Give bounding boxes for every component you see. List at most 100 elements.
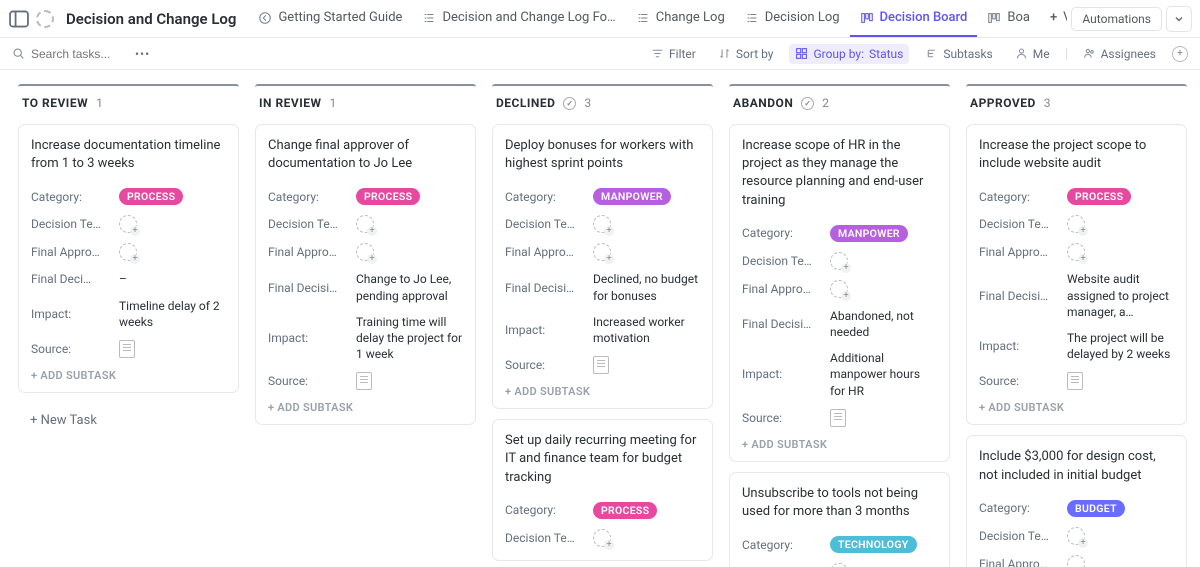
tab-label: Decision Board: [880, 10, 968, 25]
add-subtask-button[interactable]: + ADD SUBTASK: [979, 395, 1174, 416]
field-value: Change to Jo Lee, pending approval: [356, 271, 463, 303]
field-label: Decision Te…: [979, 529, 1059, 543]
column-header[interactable]: TO REVIEW 1: [18, 86, 239, 124]
assignee-placeholder[interactable]: [1067, 555, 1085, 567]
assignee-placeholder[interactable]: [356, 243, 374, 261]
automations-button[interactable]: Automations: [1071, 7, 1162, 31]
add-subtask-button[interactable]: + ADD SUBTASK: [505, 379, 700, 400]
page-title: Decision and Change Log: [66, 10, 236, 28]
card[interactable]: Increase scope of HR in the project as t…: [729, 124, 950, 462]
document-icon[interactable]: [356, 372, 372, 390]
column-count: 2: [822, 96, 829, 110]
column-abandon: ABANDON 2 Increase scope of HR in the pr…: [721, 84, 958, 567]
group-by-button[interactable]: Group by: Status: [789, 44, 909, 64]
assignee-placeholder[interactable]: [356, 215, 374, 233]
field-label: Impact:: [268, 331, 348, 345]
search-icon: [12, 47, 25, 60]
assignee-placeholder[interactable]: [830, 563, 848, 567]
add-subtask-button[interactable]: + ADD SUBTASK: [31, 363, 226, 384]
category-pill: PROCESS: [1067, 188, 1131, 205]
tab-decision-log[interactable]: Decision Log: [735, 0, 850, 37]
add-filter-button[interactable]: +: [1172, 46, 1188, 62]
tab-decision-board[interactable]: Decision Board: [850, 0, 978, 37]
sidebar-toggle-icon[interactable]: [8, 8, 30, 30]
more-icon[interactable]: •••: [131, 45, 154, 63]
column-header[interactable]: DECLINED 3: [492, 86, 713, 124]
field-label: Final Deci…: [31, 272, 111, 286]
field-label: Final Appro…: [268, 245, 348, 259]
document-icon[interactable]: [593, 356, 609, 374]
assignee-placeholder[interactable]: [119, 243, 137, 261]
tab-boa[interactable]: Boa: [977, 0, 1040, 37]
field-label: Category:: [979, 190, 1059, 204]
field-label: Decision Te…: [979, 217, 1059, 231]
column-header[interactable]: APPROVED 3: [966, 86, 1187, 124]
column-name: DECLINED: [496, 96, 555, 110]
assignee-placeholder[interactable]: [593, 215, 611, 233]
field-label: Decision Te…: [505, 217, 585, 231]
field-label: Source:: [268, 374, 348, 388]
add-subtask-button[interactable]: + ADD SUBTASK: [742, 432, 937, 453]
field-value: Website audit assigned to project manage…: [1067, 271, 1174, 320]
card[interactable]: Deploy bonuses for workers with highest …: [492, 124, 713, 409]
board-icon: [987, 11, 1001, 25]
tab-form[interactable]: Decision and Change Log Fo…: [412, 0, 625, 37]
me-button[interactable]: Me: [1009, 44, 1056, 64]
new-task-button[interactable]: + New Task: [18, 403, 239, 438]
tabs: Getting Started Guide Decision and Chang…: [248, 0, 1067, 37]
card-title: Increase documentation timeline from 1 t…: [31, 137, 226, 173]
assignee-placeholder[interactable]: [593, 243, 611, 261]
assignee-placeholder[interactable]: [830, 252, 848, 270]
card[interactable]: Include $3,000 for design cost, not incl…: [966, 435, 1187, 567]
document-icon[interactable]: [830, 409, 846, 427]
loading-icon: [34, 8, 56, 30]
assignee-placeholder[interactable]: [119, 215, 137, 233]
card[interactable]: Change final approver of documentation t…: [255, 124, 476, 425]
assignee-placeholder[interactable]: [1067, 527, 1085, 545]
tab-getting-started[interactable]: Getting Started Guide: [248, 0, 412, 37]
tab-change-log[interactable]: Change Log: [626, 0, 735, 37]
field-label: Source:: [31, 342, 111, 356]
back-circle-icon: [258, 11, 272, 25]
card[interactable]: Unsubscribe to tools not being used for …: [729, 472, 950, 567]
divider: [1066, 48, 1067, 60]
assignee-placeholder[interactable]: [1067, 243, 1085, 261]
field-label: Category:: [742, 538, 822, 552]
subtasks-button[interactable]: Subtasks: [919, 44, 998, 64]
card[interactable]: Increase the project scope to include we…: [966, 124, 1187, 425]
assignee-placeholder[interactable]: [830, 280, 848, 298]
column-name: ABANDON: [733, 96, 793, 110]
card-title: Increase scope of HR in the project as t…: [742, 137, 937, 210]
assignee-placeholder[interactable]: [1067, 215, 1085, 233]
card-title: Unsubscribe to tools not being used for …: [742, 485, 937, 521]
column-name: IN REVIEW: [259, 96, 322, 110]
secondbar: ••• Filter Sort by Group by: Status Subt…: [0, 38, 1200, 70]
category-pill: TECHNOLOGY: [830, 536, 917, 553]
field-label: Impact:: [505, 323, 585, 337]
document-icon[interactable]: [119, 340, 135, 358]
tab-label: Decision and Change Log Fo…: [442, 10, 615, 25]
card[interactable]: Set up daily recurring meeting for IT an…: [492, 419, 713, 561]
card[interactable]: Increase documentation timeline from 1 t…: [18, 124, 239, 393]
sort-button[interactable]: Sort by: [712, 44, 780, 64]
search-input[interactable]: [31, 47, 121, 61]
topbar: Decision and Change Log Getting Started …: [0, 0, 1200, 38]
column-count: 3: [1044, 96, 1051, 110]
column-count: 3: [584, 96, 591, 110]
column-header[interactable]: ABANDON 2: [729, 86, 950, 124]
assignees-button[interactable]: Assignees: [1077, 44, 1162, 64]
subtasks-label: Subtasks: [943, 47, 992, 61]
filter-button[interactable]: Filter: [645, 44, 702, 64]
filter-icon: [651, 47, 664, 60]
add-subtask-button[interactable]: + ADD SUBTASK: [268, 395, 463, 416]
chevron-down-button[interactable]: [1166, 6, 1192, 32]
column-header[interactable]: IN REVIEW 1: [255, 86, 476, 124]
column-to-review: TO REVIEW 1 Increase documentation timel…: [10, 84, 247, 567]
automations-label: Automations: [1082, 12, 1151, 26]
field-value: The project will be delayed by 2 weeks: [1067, 330, 1174, 362]
category-pill: PROCESS: [593, 502, 657, 519]
assignee-placeholder[interactable]: [593, 529, 611, 547]
field-label: Category:: [268, 190, 348, 204]
add-view-button[interactable]: + View: [1040, 0, 1067, 37]
document-icon[interactable]: [1067, 372, 1083, 390]
